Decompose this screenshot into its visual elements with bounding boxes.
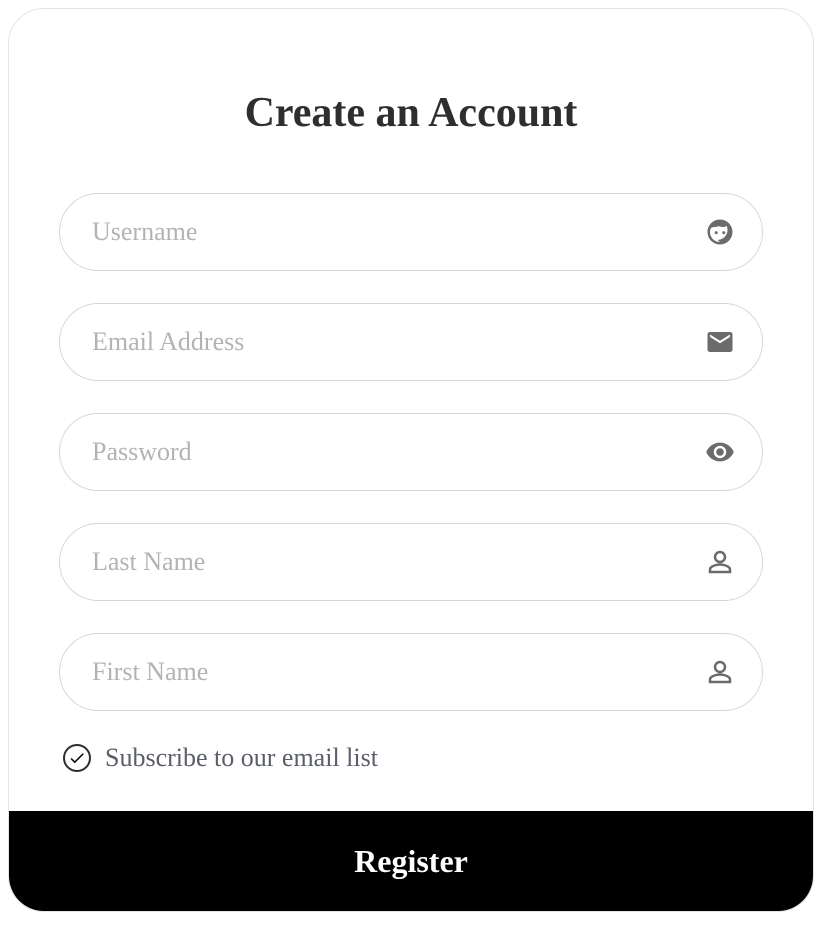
eye-icon[interactable]	[705, 437, 735, 467]
subscribe-row: Subscribe to our email list	[59, 743, 763, 773]
subscribe-label[interactable]: Subscribe to our email list	[105, 743, 378, 773]
person-icon	[705, 657, 735, 687]
lastname-input[interactable]	[59, 523, 763, 601]
email-input[interactable]	[59, 303, 763, 381]
password-input[interactable]	[59, 413, 763, 491]
password-field	[59, 413, 763, 491]
username-input[interactable]	[59, 193, 763, 271]
face-icon	[705, 217, 735, 247]
username-field	[59, 193, 763, 271]
register-button[interactable]: Register	[9, 811, 813, 911]
email-icon	[705, 327, 735, 357]
subscribe-checkbox[interactable]	[63, 744, 91, 772]
firstname-field	[59, 633, 763, 711]
lastname-field	[59, 523, 763, 601]
page-title: Create an Account	[59, 89, 763, 137]
registration-card: Create an Account	[8, 8, 814, 912]
firstname-input[interactable]	[59, 633, 763, 711]
card-body: Create an Account	[9, 9, 813, 811]
person-icon	[705, 547, 735, 577]
email-field	[59, 303, 763, 381]
